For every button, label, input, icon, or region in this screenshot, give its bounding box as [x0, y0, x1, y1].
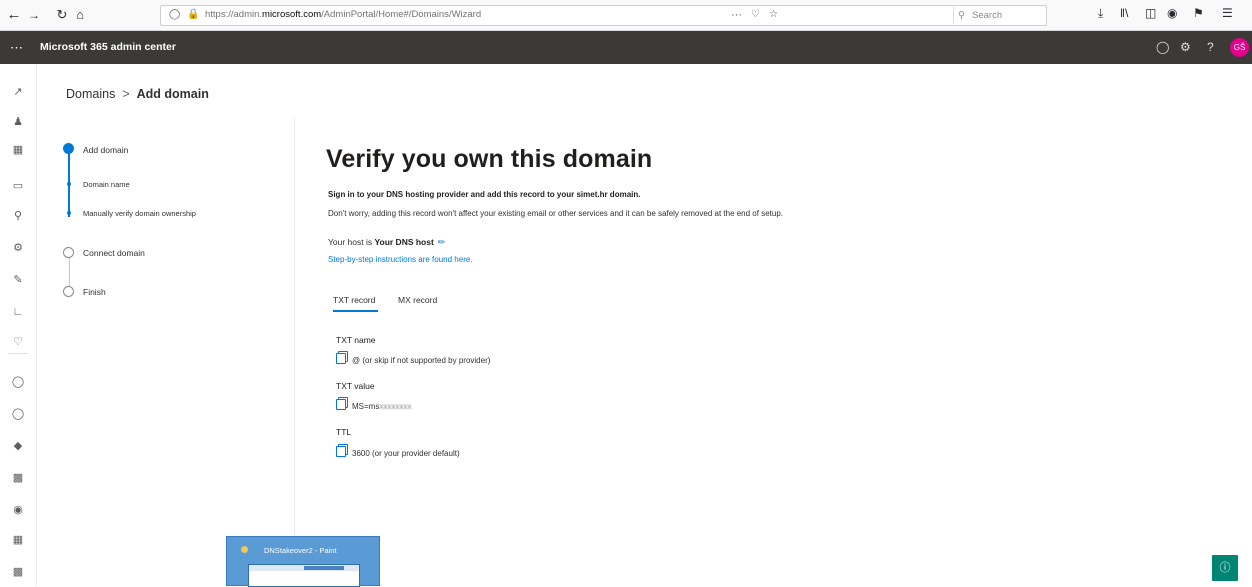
back-icon[interactable]: ← — [4, 5, 24, 25]
wizard-stepper: Add domain Domain name Manually verify d… — [36, 118, 295, 586]
dns-host-line: Your host is Your DNS host ✏ — [328, 237, 445, 248]
tab-mx-record[interactable]: MX record — [398, 295, 437, 305]
step-add-domain[interactable]: Add domain — [83, 145, 128, 155]
pocket-icon[interactable]: ♡ — [751, 9, 760, 20]
url-text: https://admin.microsoft.com/AdminPortal/… — [205, 9, 482, 20]
library-icon[interactable]: ‖\ — [1120, 6, 1128, 20]
browser-toolbar: ← → ↻ ⌂ ◯ 🔒 https://admin.microsoft.com/… — [0, 0, 1252, 31]
question-icon: ⓘ — [1219, 562, 1231, 574]
step-finish[interactable]: Finish — [83, 287, 106, 297]
sharepoint-icon[interactable]: ◉ — [10, 502, 26, 518]
address-bar[interactable]: ◯ 🔒 https://admin.microsoft.com/AdminPor… — [160, 5, 1047, 26]
page-actions-icon[interactable]: ··· — [731, 9, 742, 21]
step-domain-name[interactable]: Domain name — [83, 180, 130, 189]
app-title[interactable]: Microsoft 365 admin center — [40, 41, 176, 53]
instruction-text: Don't worry, adding this record won't af… — [328, 209, 783, 218]
step-verify-ownership[interactable]: Manually verify domain ownership — [83, 209, 196, 218]
app-launcher-icon[interactable]: ⋯ — [0, 31, 33, 64]
txt-name-value: @ (or skip if not supported by provider) — [352, 356, 491, 365]
txt-value-prefix: MS=ms — [352, 402, 380, 411]
tab-selected-indicator — [333, 310, 378, 312]
breadcrumb-separator: > — [122, 87, 130, 101]
step-pending-dot — [63, 247, 74, 258]
host-name: Your DNS host — [374, 237, 434, 247]
preview-palette — [304, 566, 344, 570]
copy-icon[interactable] — [336, 446, 346, 457]
rail-divider — [8, 353, 28, 354]
forward-icon[interactable]: → — [24, 5, 44, 25]
ttl-label: TTL — [336, 427, 352, 437]
host-prefix: Your host is — [328, 237, 375, 247]
breadcrumb: Domains > Add domain — [66, 87, 209, 101]
security-icon[interactable]: ◯ — [10, 374, 26, 390]
reload-icon[interactable]: ↻ — [52, 5, 72, 25]
all-admin-centers-icon[interactable]: ▩ — [10, 564, 26, 580]
suite-header: ⋯ Microsoft 365 admin center ◯ ⚙ ? GŠ — [0, 31, 1252, 64]
health-icon[interactable]: ♡ — [10, 334, 26, 350]
txt-name-label: TXT name — [336, 335, 376, 345]
setup-icon[interactable]: ✎ — [10, 272, 26, 288]
step-pending-dot — [63, 286, 74, 297]
account-icon[interactable]: ◉ — [1167, 6, 1177, 20]
breadcrumb-domains[interactable]: Domains — [66, 87, 115, 101]
thumbnail-preview — [248, 564, 360, 587]
copy-icon[interactable] — [336, 399, 346, 410]
shield-icon[interactable]: ◯ — [169, 9, 180, 20]
taskbar-thumbnail-paint[interactable]: DNStakeover2 - Paint — [226, 536, 380, 587]
home-icon[interactable]: ⌂ — [70, 5, 90, 25]
reports-icon[interactable]: ∟ — [10, 304, 26, 320]
teams-icon[interactable]: ▦ — [10, 532, 26, 548]
help-fab-button[interactable]: ⓘ — [1212, 555, 1238, 581]
pencil-icon[interactable]: ✏ — [438, 237, 446, 247]
thumbnail-title: DNStakeover2 - Paint — [264, 546, 337, 555]
expand-nav-icon[interactable]: ↗ — [10, 84, 26, 100]
download-icon[interactable]: ⤓ — [1098, 6, 1103, 21]
users-icon[interactable]: ♟ — [10, 114, 26, 130]
step-connector — [68, 257, 70, 289]
gear-icon[interactable]: ⚙ — [1180, 40, 1191, 54]
lock-icon[interactable]: 🔒 — [187, 9, 199, 20]
txt-value-redacted: xxxxxxxx — [379, 402, 412, 411]
txt-value-row: MS=msxxxxxxxx — [336, 398, 411, 411]
avatar[interactable]: GŠ — [1230, 38, 1249, 57]
page-title: Verify you own this domain — [326, 145, 653, 173]
instructions-link[interactable]: Step-by-step instructions are found here… — [328, 255, 473, 264]
step-current-dot — [63, 143, 74, 154]
search-placeholder: Search — [972, 10, 1003, 21]
ttl-value: 3600 (or your provider default) — [352, 449, 460, 458]
billing-icon[interactable]: ▭ — [10, 178, 26, 194]
paint-icon — [241, 546, 248, 553]
step-connect-domain[interactable]: Connect domain — [83, 248, 145, 258]
azure-ad-icon[interactable]: ◆ — [10, 438, 26, 454]
txt-name-row: @ (or skip if not supported by provider) — [336, 352, 490, 365]
compliance-icon[interactable]: ◯ — [10, 406, 26, 422]
ttl-row: 3600 (or your provider default) — [336, 445, 460, 458]
groups-icon[interactable]: ▦ — [10, 142, 26, 158]
instruction-heading: Sign in to your DNS hosting provider and… — [328, 190, 641, 199]
bell-icon[interactable]: ◯ — [1156, 40, 1169, 54]
txt-value-label: TXT value — [336, 381, 375, 391]
copy-icon[interactable] — [336, 353, 346, 364]
support-icon[interactable]: ⚲ — [10, 208, 26, 224]
substep-dot — [66, 211, 71, 215]
bookmark-star-icon[interactable]: ☆ — [769, 9, 778, 20]
left-nav-rail: ↗ ♟ ▦ ▭ ⚲ ⚙ ✎ ∟ ♡ ◯ ◯ ◆ ▩ ◉ ▦ ▩ — [0, 64, 37, 586]
exchange-icon[interactable]: ▩ — [10, 470, 26, 486]
search-input[interactable]: ⚲ Search — [953, 7, 1203, 24]
sidebar-icon[interactable]: ◫ — [1145, 6, 1156, 20]
menu-icon[interactable]: ☰ — [1222, 6, 1233, 20]
search-icon: ⚲ — [958, 10, 965, 21]
extension-icon[interactable]: ⚑ — [1193, 6, 1204, 20]
settings-icon[interactable]: ⚙ — [10, 240, 26, 256]
breadcrumb-current: Add domain — [136, 87, 209, 101]
help-icon[interactable]: ? — [1207, 40, 1214, 54]
main-panel: Verify you own this domain Sign in to yo… — [295, 118, 1252, 586]
tab-txt-record[interactable]: TXT record — [333, 295, 375, 305]
substep-dot — [66, 182, 71, 186]
